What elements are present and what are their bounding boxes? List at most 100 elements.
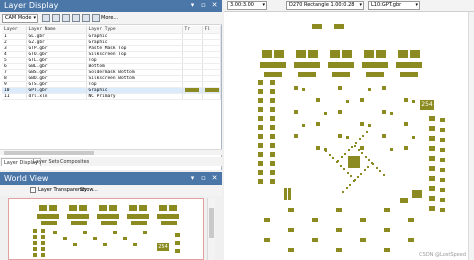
pcb-pad [363,169,366,172]
pcb-pad [113,231,117,234]
pcb-pad [408,218,414,222]
layer-down-icon[interactable] [62,14,70,22]
chevron-down-icon: ▾ [359,2,362,8]
aperture-select[interactable]: D270 Rectangle 1.00:0.28 ▾ [286,1,364,10]
pcb-pad [355,142,357,144]
pcb-pad [79,205,87,211]
pcb-pad [376,50,386,58]
mode-select[interactable]: CAM Mode ▾ [2,14,38,23]
pcb-pad [342,190,345,193]
zoom-select[interactable]: 3.00:3.00 ▾ [227,1,267,10]
tab-layer-sets[interactable]: Layer Sets [31,158,61,166]
pcb-pad [270,80,275,85]
save-icon[interactable] [42,14,50,22]
layer-up-icon[interactable] [52,14,60,22]
zoom-select-value: 3.00:3.00 [230,2,254,8]
pcb-pad [41,221,57,225]
pin-icon[interactable]: ▾ [188,1,197,10]
pcb-pad [366,72,384,77]
pcb-pad [336,228,342,232]
col-tr[interactable]: Tr [182,26,203,34]
dock-icon[interactable]: ▫ [199,174,208,183]
cam-vscroll[interactable] [468,12,474,260]
pcb-pad [33,229,37,233]
pcb-pad [258,125,263,130]
pin-icon[interactable]: ▾ [188,174,197,183]
pcb-pad [353,180,355,182]
pcb-pad [429,146,435,151]
pcb-pad [262,50,272,58]
pcb-pad [429,136,435,141]
pcb-pad [258,98,263,103]
pcb-pad [412,190,422,198]
col-layer[interactable]: Layer [2,26,27,34]
show-dropdown[interactable]: Show... [80,185,98,196]
pcb-pad [346,171,349,174]
pcb-pad [364,155,367,158]
pcb-pad [360,218,366,222]
layer-table: Layer Layer Name Layer Type Tr Fl 1 GL.gb… [2,26,221,100]
chevron-down-icon: ▾ [262,2,265,8]
pcb-pad [123,237,127,240]
cam-canvas[interactable]: 254 CSDN @LostSpeed [224,12,474,260]
pcb-pad [398,50,408,58]
layer-select[interactable]: L10:GPT.gbr ▾ [368,1,420,10]
layer-color-swatch[interactable] [204,87,219,92]
pcb-pad [294,62,320,68]
pcb-pad [67,214,89,219]
pcb-pad [360,146,364,150]
close-icon[interactable]: ✕ [210,174,219,183]
pcb-pad [344,152,347,155]
scroll-thumb[interactable] [4,151,94,155]
layer-transparency-checkbox[interactable] [30,187,36,193]
layer-add-icon[interactable] [72,14,80,22]
more-button[interactable]: More... [101,14,118,23]
scroll-thumb[interactable] [209,208,214,238]
pcb-pad [97,214,119,219]
pcb-pad [440,198,445,202]
pcb-pad [312,218,318,222]
pcb-pad [312,238,318,242]
layer-tr-cell[interactable] [182,93,203,100]
pcb-pad [429,206,435,211]
layer-row[interactable]: 11 drl.xln NC Primary [2,93,221,100]
pcb-pad [429,196,435,201]
layer-fl-cell[interactable] [202,87,221,94]
pcb-pad [264,218,270,222]
pcb-pad [429,126,435,131]
layer-table-hscroll[interactable] [0,149,222,155]
layer-color-icon[interactable] [92,14,100,22]
pcb-pad [440,128,445,132]
pcb-pad [382,173,385,176]
col-fl[interactable]: Fl [202,26,221,34]
pcb-pad [325,150,328,153]
pcb-pad [69,205,77,211]
pcb-pad [258,170,263,175]
pcb-pad [270,170,275,175]
pcb-pad [396,62,422,68]
world-view-vscroll[interactable] [207,198,215,260]
col-layer-type[interactable]: Layer Type [86,26,183,34]
pcb-pad [440,148,445,152]
pcb-pad [336,161,338,163]
close-icon[interactable]: ✕ [210,1,219,10]
pcb-pad [384,248,390,252]
layer-fl-cell[interactable] [202,93,221,100]
col-layer-name[interactable]: Layer Name [26,26,87,34]
pcb-pad [260,62,286,68]
tab-composites[interactable]: Composites [58,158,91,166]
pcb-pad [356,176,359,179]
layer-color-swatch[interactable] [184,87,199,92]
pcb-pad [33,253,37,257]
pcb-pad [390,112,393,115]
pcb-pad [336,248,342,252]
world-view-canvas[interactable]: 254 [8,198,204,260]
layer-remove-icon[interactable] [82,14,90,22]
pcb-pad [350,175,353,178]
dock-icon[interactable]: ▫ [199,1,208,10]
pcb-pad [296,50,306,58]
pcb-pad [270,89,275,94]
pcb-pad [53,231,57,234]
pcb-pad [270,116,275,121]
pcb-pad [63,237,67,240]
